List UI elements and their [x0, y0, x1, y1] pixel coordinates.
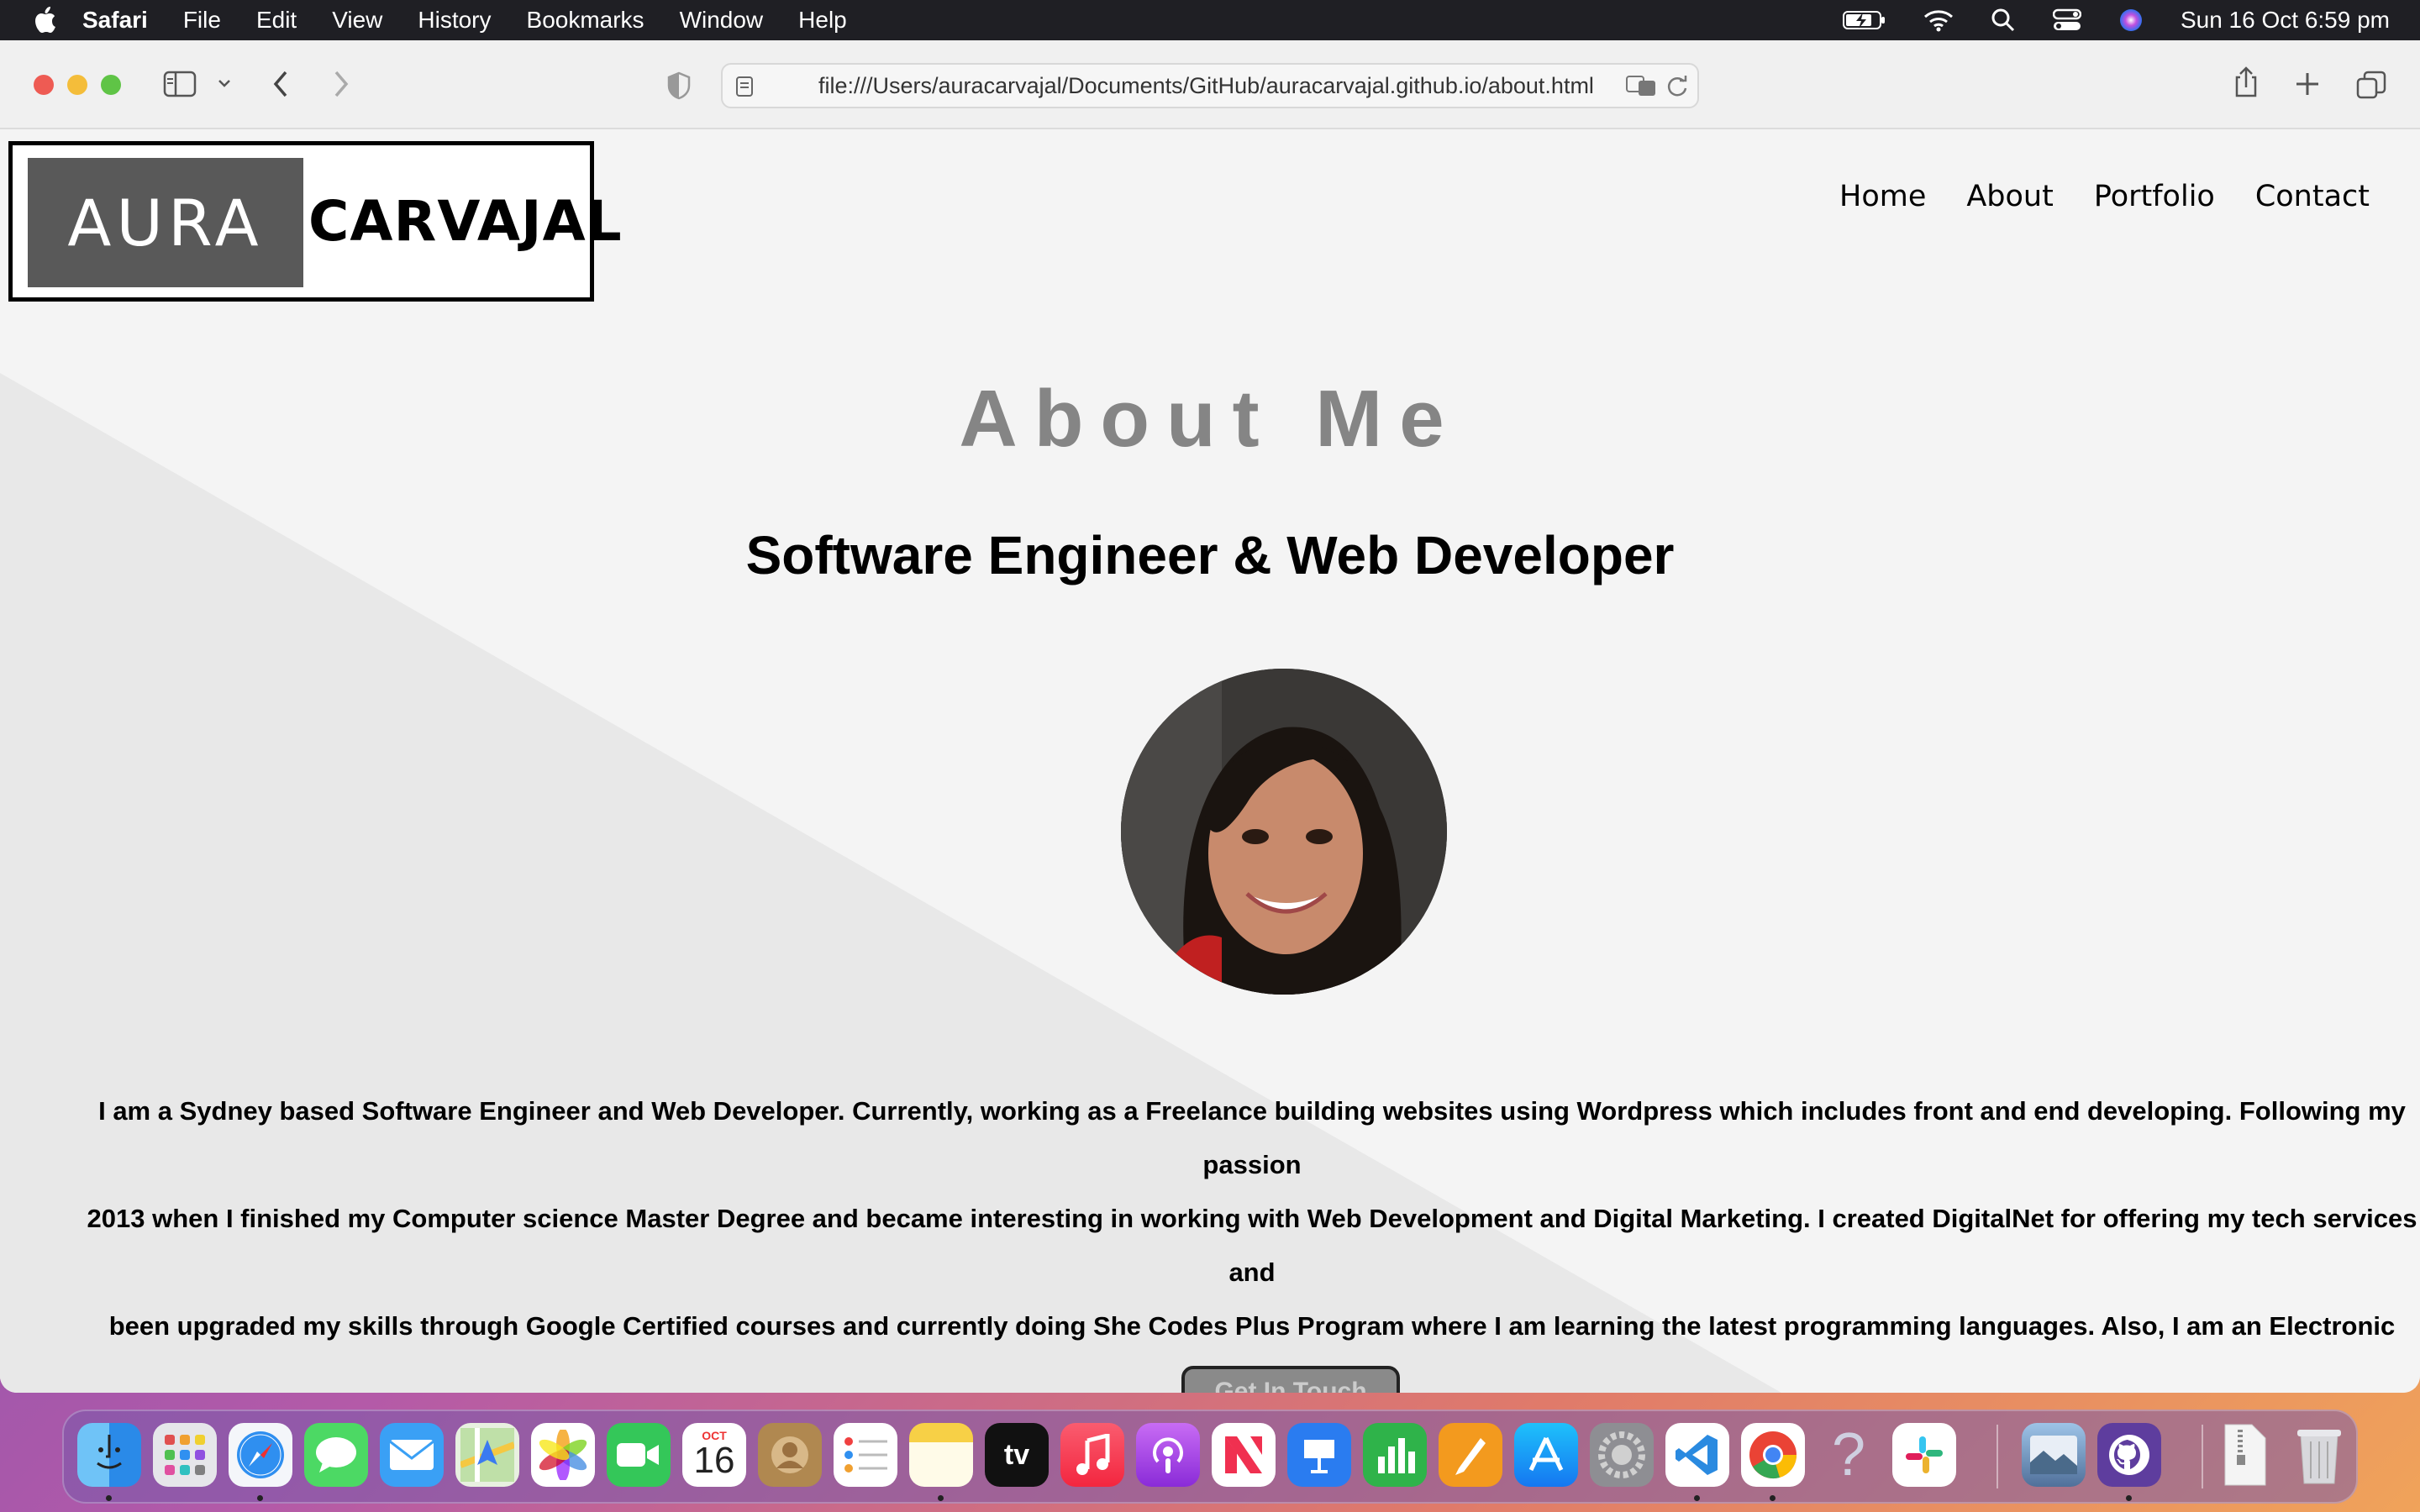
menu-app-safari[interactable]: Safari — [82, 7, 148, 34]
running-indicator — [1770, 1495, 1776, 1501]
translate-icon[interactable] — [1625, 73, 1659, 102]
menu-window[interactable]: Window — [680, 7, 764, 34]
app-store-icon[interactable] — [1514, 1423, 1578, 1487]
pages-icon[interactable] — [1439, 1423, 1502, 1487]
url-text[interactable]: file:///Users/auracarvajal/Documents/Git… — [818, 65, 1594, 107]
clock-datetime[interactable]: Sun 16 Oct 6:59 pm — [2181, 7, 2390, 34]
preview-thumbnail-icon[interactable] — [2022, 1423, 2086, 1487]
battery-charging-icon[interactable] — [1842, 9, 1886, 31]
menu-bookmarks[interactable]: Bookmarks — [527, 7, 644, 34]
dock: OCT 16 tv ? — [62, 1410, 2358, 1504]
new-tab-icon[interactable] — [2294, 71, 2321, 97]
running-indicator — [938, 1495, 944, 1501]
keynote-icon[interactable] — [1287, 1423, 1351, 1487]
github-desktop-icon[interactable] — [2097, 1423, 2161, 1487]
logo-aura: AURA — [28, 158, 303, 287]
minimize-window-button[interactable] — [67, 75, 87, 95]
safari-icon[interactable] — [229, 1423, 292, 1487]
profile-photo — [1121, 669, 1447, 995]
calendar-icon[interactable]: OCT 16 — [682, 1423, 746, 1487]
reload-icon[interactable] — [1665, 75, 1689, 102]
vscode-icon[interactable] — [1665, 1423, 1729, 1487]
contacts-icon[interactable] — [758, 1423, 822, 1487]
calendar-day: 16 — [693, 1440, 735, 1481]
nav-home-link[interactable]: Home — [1839, 180, 1926, 213]
running-indicator — [1694, 1495, 1700, 1501]
nav-portfolio-link[interactable]: Portfolio — [2094, 180, 2215, 213]
page-title: About Me — [959, 374, 1461, 464]
zip-file-icon[interactable] — [2212, 1423, 2275, 1487]
music-icon[interactable] — [1060, 1423, 1124, 1487]
sidebar-toggle-icon[interactable] — [163, 71, 197, 97]
apple-menu-icon[interactable] — [32, 6, 57, 34]
chevron-down-icon[interactable] — [217, 77, 232, 89]
forward-button[interactable] — [331, 69, 351, 99]
running-indicator — [2126, 1495, 2132, 1501]
siri-icon[interactable] — [2118, 8, 2144, 33]
messages-icon[interactable] — [304, 1423, 368, 1487]
privacy-shield-icon[interactable] — [666, 71, 692, 101]
wifi-icon[interactable] — [1923, 8, 1954, 32]
unknown-app-icon[interactable]: ? — [1817, 1421, 1881, 1488]
dock-separator — [1996, 1425, 1998, 1488]
menu-help[interactable]: Help — [798, 7, 847, 34]
dock-separator — [2202, 1425, 2203, 1488]
back-button[interactable] — [271, 69, 291, 99]
apple-tv-icon[interactable]: tv — [985, 1423, 1049, 1487]
address-bar[interactable]: file:///Users/auracarvajal/Documents/Git… — [721, 63, 1699, 108]
podcasts-icon[interactable] — [1136, 1423, 1200, 1487]
safari-window: file:///Users/auracarvajal/Documents/Git… — [0, 40, 2420, 1393]
maps-icon[interactable] — [455, 1423, 519, 1487]
tab-overview-icon[interactable] — [2356, 71, 2386, 99]
running-indicator — [257, 1495, 263, 1501]
running-indicator — [106, 1495, 112, 1501]
bio-paragraph: I am a Sydney based Software Engineer an… — [87, 1096, 2417, 1393]
apple-tv-label: tv — [1003, 1438, 1030, 1471]
finder-icon[interactable] — [77, 1423, 141, 1487]
trash-icon[interactable] — [2287, 1423, 2351, 1487]
nav-contact-link[interactable]: Contact — [2255, 180, 2370, 213]
menu-file[interactable]: File — [183, 7, 221, 34]
system-preferences-icon[interactable] — [1590, 1423, 1654, 1487]
webpage-content: AURA CARVAJAL Home About Portfolio Conta… — [0, 129, 2420, 1393]
slack-icon[interactable] — [1892, 1423, 1956, 1487]
news-icon[interactable] — [1212, 1423, 1276, 1487]
nav-about-link[interactable]: About — [1966, 180, 2053, 213]
numbers-icon[interactable] — [1363, 1423, 1427, 1487]
launchpad-icon[interactable] — [153, 1423, 217, 1487]
page-icon — [734, 76, 755, 102]
close-window-button[interactable] — [34, 75, 54, 95]
spotlight-search-icon[interactable] — [1991, 8, 2016, 33]
get-in-touch-button[interactable]: Get In Touch — [1181, 1366, 1400, 1393]
control-center-icon[interactable] — [2052, 8, 2081, 32]
menu-view[interactable]: View — [332, 7, 382, 34]
page-subtitle: Software Engineer & Web Developer — [745, 525, 1675, 585]
facetime-icon[interactable] — [607, 1423, 671, 1487]
zoom-window-button[interactable] — [101, 75, 121, 95]
mail-icon[interactable] — [380, 1423, 444, 1487]
menu-history[interactable]: History — [418, 7, 491, 34]
reminders-icon[interactable] — [834, 1423, 897, 1487]
menu-edit[interactable]: Edit — [256, 7, 297, 34]
photos-icon[interactable] — [531, 1423, 595, 1487]
browser-toolbar: file:///Users/auracarvajal/Documents/Git… — [0, 40, 2420, 129]
chrome-icon[interactable] — [1741, 1423, 1805, 1487]
share-icon[interactable] — [2232, 66, 2260, 99]
logo-carvajal: CARVAJAL — [308, 189, 623, 254]
notes-icon[interactable] — [909, 1423, 973, 1487]
menu-bar: Safari File Edit View History Bookmarks … — [0, 0, 2420, 40]
site-nav: Home About Portfolio Contact — [1799, 180, 2370, 213]
site-logo[interactable]: AURA CARVAJAL — [8, 141, 622, 302]
